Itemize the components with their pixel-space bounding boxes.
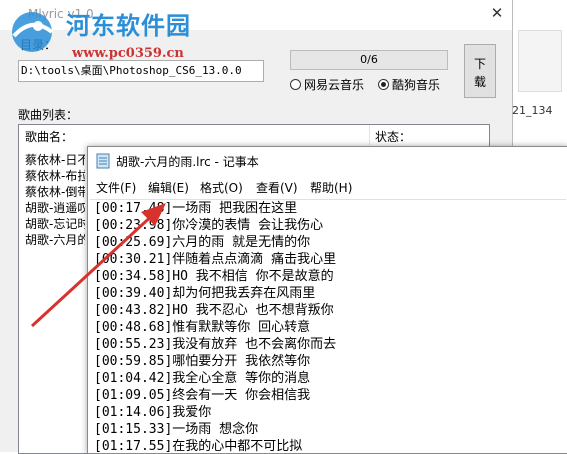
- list-item[interactable]: 蔡依林-布拉格: [25, 167, 85, 184]
- column-header-name[interactable]: 歌曲名：: [25, 128, 73, 145]
- menu-help[interactable]: 帮助(H): [310, 179, 352, 196]
- notepad-text-area[interactable]: [00:17.48]一场雨 把我困在这里 [00:23.98]你冷漠的表情 会让…: [90, 199, 566, 454]
- watermark-title: 河东软件园: [66, 12, 191, 40]
- lyric-line: [01:15.33]一场雨 想念你: [94, 422, 259, 437]
- lyric-line: [00:30.21]伴随着点点滴滴 痛击我心里: [94, 252, 337, 267]
- radio-selected-icon: [378, 78, 389, 90]
- watermark-logo-icon: [12, 12, 54, 52]
- notepad-icon: [96, 153, 110, 169]
- menu-view[interactable]: 查看(V): [256, 179, 298, 196]
- lyric-line: [00:17.48]一场雨 把我困在这里: [94, 201, 298, 216]
- list-item[interactable]: 蔡依林-倒带: [25, 183, 85, 200]
- notepad-window: 胡歌-六月的雨.lrc - 记事本 文件(F) 编辑(E) 格式(O) 查看(V…: [87, 146, 567, 454]
- dir-input[interactable]: D:\tools\桌面\Photoshop_CS6_13.0.0: [18, 60, 264, 82]
- lyric-line: [00:43.82]HO 我不忍心 也不想背叛你: [94, 303, 334, 318]
- radio-netease-label: 网易云音乐: [304, 77, 365, 92]
- menu-format[interactable]: 格式(O): [200, 179, 243, 196]
- notepad-title: 胡歌-六月的雨.lrc - 记事本: [116, 155, 259, 169]
- lyric-line: [00:59.85]哪怕要分开 我依然等你: [94, 354, 311, 369]
- lyric-line: [01:14.06]我爱你: [94, 405, 212, 420]
- close-icon[interactable]: ✕: [486, 4, 508, 24]
- notepad-titlebar[interactable]: 胡歌-六月的雨.lrc - 记事本: [88, 147, 567, 175]
- list-item[interactable]: 蔡依林-日不落: [25, 151, 85, 168]
- menu-edit[interactable]: 编辑(E): [148, 179, 189, 196]
- song-list-label: 歌曲列表：: [18, 108, 79, 122]
- lyric-line: [01:09.05]终会有一天 你会相信我: [94, 388, 311, 403]
- lyric-line: [00:55.23]我没有放弃 也不会离你而去: [94, 337, 337, 352]
- lyric-line: [00:39.40]却为何把我丢弃在风雨里: [94, 286, 316, 301]
- radio-kugou[interactable]: 酷狗音乐: [378, 76, 440, 92]
- lyric-line: [00:23.98]你冷漠的表情 会让我伤心: [94, 218, 324, 233]
- notepad-menubar: 文件(F) 编辑(E) 格式(O) 查看(V) 帮助(H): [88, 177, 567, 197]
- lyric-line: [00:25.69]六月的雨 就是无情的你: [94, 235, 311, 250]
- progress-bar: 0/6: [290, 50, 448, 70]
- radio-kugou-label: 酷狗音乐: [392, 77, 441, 92]
- watermark-url: www.pc0359.cn: [72, 46, 184, 61]
- list-item[interactable]: 胡歌-逍遥叹: [25, 199, 85, 216]
- download-button[interactable]: 下 载: [464, 44, 496, 98]
- menu-file[interactable]: 文件(F): [96, 179, 136, 196]
- radio-netease[interactable]: 网易云音乐: [290, 76, 364, 92]
- download-label-2: 载: [473, 75, 486, 89]
- desktop-file-icon[interactable]: [518, 30, 562, 92]
- lyric-line: [00:34.58]HO 我不相信 你不是故意的: [94, 269, 334, 284]
- download-label-1: 下: [473, 57, 486, 71]
- column-header-status[interactable]: 状态：: [375, 128, 411, 145]
- radio-circle-icon: [290, 78, 301, 90]
- list-item[interactable]: 胡歌-忘记时间: [25, 215, 85, 232]
- lyric-line: [01:04.42]我全心全意 等你的消息: [94, 371, 311, 386]
- list-item[interactable]: 胡歌-六月的雨: [25, 231, 85, 248]
- lyric-line: [00:48.68]惟有默默等你 回心转意: [94, 320, 311, 335]
- column-divider: [369, 125, 370, 145]
- desktop-item-label[interactable]: 21_134: [512, 104, 553, 117]
